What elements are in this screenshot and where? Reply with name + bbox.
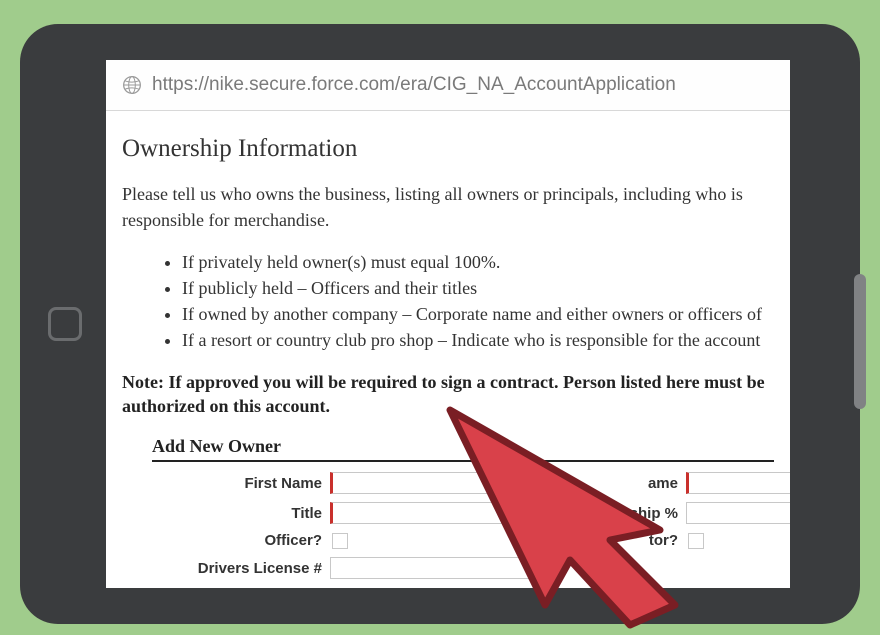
label-officer: Officer?	[152, 532, 322, 549]
ownership-field[interactable]	[686, 502, 790, 524]
list-item: If a resort or country club pro shop – I…	[182, 327, 774, 353]
form-subheading: Add New Owner	[152, 436, 774, 462]
owner-form: Add New Owner First Name ame Title ershi…	[122, 436, 774, 579]
page-heading: Ownership Information	[122, 135, 774, 163]
label-director-partial: tor?	[568, 532, 678, 549]
screen: https://nike.secure.force.com/era/CIG_NA…	[106, 60, 790, 588]
label-ownership-partial: ership %	[568, 505, 678, 522]
label-last-name-partial: ame	[568, 475, 678, 492]
list-item: If publicly held – Officers and their ti…	[182, 275, 774, 301]
drivers-license-field[interactable]	[330, 557, 560, 579]
label-drivers-license: Drivers License #	[152, 560, 322, 577]
tablet-frame: https://nike.secure.force.com/era/CIG_NA…	[20, 24, 860, 624]
director-checkbox[interactable]	[688, 533, 704, 549]
bullet-list: If privately held owner(s) must equal 10…	[122, 249, 774, 353]
globe-icon	[122, 75, 142, 95]
intro-text: Please tell us who owns the business, li…	[122, 181, 774, 233]
url-bar: https://nike.secure.force.com/era/CIG_NA…	[106, 60, 790, 111]
side-button[interactable]	[854, 274, 866, 409]
home-button[interactable]	[48, 307, 82, 341]
last-name-field[interactable]	[686, 472, 790, 494]
url-text[interactable]: https://nike.secure.force.com/era/CIG_NA…	[152, 74, 676, 96]
title-field[interactable]	[330, 502, 560, 524]
officer-checkbox[interactable]	[332, 533, 348, 549]
page-content: Ownership Information Please tell us who…	[106, 111, 790, 579]
label-first-name: First Name	[152, 475, 322, 492]
list-item: If owned by another company – Corporate …	[182, 301, 774, 327]
list-item: If privately held owner(s) must equal 10…	[182, 249, 774, 275]
note-text: Note: If approved you will be required t…	[122, 370, 774, 419]
label-title: Title	[152, 505, 322, 522]
first-name-field[interactable]	[330, 472, 560, 494]
form-grid: First Name ame Title ership % Officer? t…	[152, 472, 774, 579]
